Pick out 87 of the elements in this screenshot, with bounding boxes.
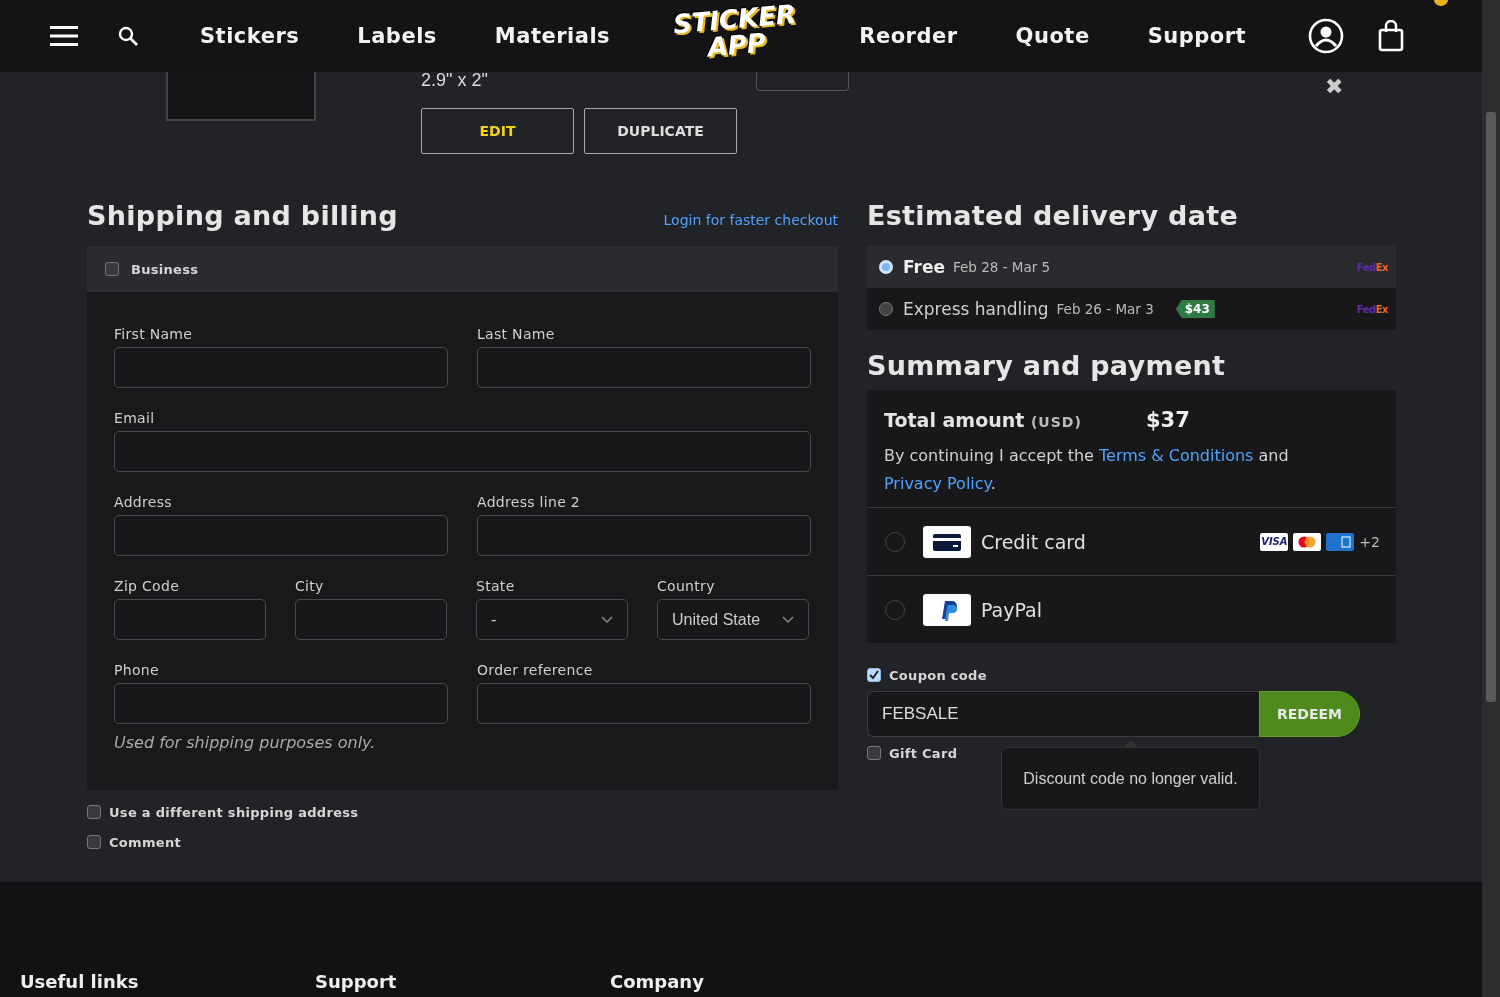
total-label: Total amount (USD): [884, 409, 1083, 431]
checkbox[interactable]: [105, 262, 119, 276]
carrier-logo: FedEx: [1356, 261, 1388, 273]
checkbox[interactable]: [867, 668, 881, 682]
logo[interactable]: STICKER APP: [672, 0, 800, 64]
nav-link[interactable]: Reorder: [859, 24, 958, 48]
checkbox[interactable]: [87, 835, 101, 849]
remove-button[interactable]: ✖: [1325, 74, 1343, 100]
field-label: Last Name: [477, 326, 556, 342]
footer-heading: Useful links: [20, 971, 140, 993]
mastercard-logo: [1293, 532, 1322, 551]
checkbox[interactable]: [867, 746, 881, 760]
nav-link[interactable]: Quote: [1015, 24, 1090, 48]
checkbox[interactable]: [87, 805, 101, 819]
user-icon[interactable]: [1308, 18, 1345, 54]
edit-button[interactable]: EDIT: [421, 108, 574, 154]
input-field[interactable]: [477, 347, 811, 388]
footer-heading: Company: [610, 971, 705, 993]
radio-button[interactable]: [879, 302, 893, 316]
total-amount: $37: [1146, 408, 1190, 432]
section-title: Shipping and billing: [87, 199, 398, 233]
field-label: Address: [114, 494, 173, 510]
payment-option[interactable]: Credit card VISA +2: [867, 508, 1396, 575]
select-field[interactable]: -: [476, 599, 628, 640]
delivery-option[interactable]: Free Feb 28 - Mar 5 FedEx: [867, 246, 1396, 288]
delivery-dates: Feb 26 - Mar 3: [1056, 301, 1154, 317]
tooltip-pointer: [1124, 740, 1138, 747]
search-icon[interactable]: [118, 26, 138, 46]
chevron-down-icon: [601, 615, 613, 624]
delivery-name: Free: [903, 257, 945, 277]
carrier-logo: FedEx: [1356, 303, 1388, 315]
checkbox-label: Gift Card: [889, 745, 958, 761]
menu-icon[interactable]: [50, 26, 78, 46]
section-title: Summary and payment: [867, 349, 1227, 383]
field-label: State: [476, 578, 516, 594]
input-field[interactable]: [114, 431, 811, 472]
input-field[interactable]: [114, 515, 448, 556]
field-hint: Used for shipping purposes only.: [114, 733, 377, 752]
payment-name: Credit card: [981, 530, 1086, 553]
footer-heading: Support: [315, 971, 398, 993]
scrollbar[interactable]: [1482, 0, 1500, 997]
duplicate-button[interactable]: DUPLICATE: [584, 108, 737, 154]
field-label: First Name: [114, 326, 194, 342]
checkbox-label: Business: [131, 261, 199, 277]
error-tooltip: Discount code no longer valid.: [1001, 747, 1260, 810]
input-field[interactable]: [114, 683, 448, 724]
terms-text: By continuing I accept the Terms & Conditions and Privacy Policy.: [867, 442, 1396, 508]
input-field[interactable]: [114, 599, 266, 640]
field-label: Email: [114, 410, 156, 426]
terms-link[interactable]: Privacy Policy: [884, 474, 991, 493]
terms-link[interactable]: Terms & Conditions: [1099, 446, 1254, 465]
shopping-bag-icon[interactable]: [1378, 20, 1405, 52]
delivery-dates: Feb 28 - Mar 5: [952, 259, 1051, 275]
checkbox-label: Coupon code: [889, 667, 987, 683]
field-label: City: [295, 578, 325, 594]
paypal-icon: [923, 593, 971, 626]
visa-logo: VISA: [1260, 532, 1289, 551]
field-label: Country: [657, 578, 716, 594]
amex-logo: [1326, 532, 1355, 551]
field-label: Address line 2: [477, 494, 582, 510]
input-field[interactable]: [295, 599, 447, 640]
input-field[interactable]: [477, 515, 811, 556]
section-title: Estimated delivery date: [867, 199, 1240, 233]
field-label: Phone: [114, 662, 160, 678]
payment-name: PayPal: [981, 598, 1043, 621]
checkbox-label: Use a different shipping address: [109, 804, 359, 820]
quantity-field[interactable]: [756, 72, 849, 91]
select-field[interactable]: United State: [657, 599, 809, 640]
delivery-name: Express handling: [903, 299, 1049, 319]
coupon-field[interactable]: FEBSALE: [867, 691, 1259, 737]
nav-link[interactable]: Labels: [357, 24, 437, 48]
more-brands-count: +2: [1359, 533, 1380, 550]
nav-link[interactable]: Materials: [494, 24, 611, 48]
checkbox-label: Comment: [109, 834, 181, 850]
payment-option[interactable]: PayPal: [867, 575, 1396, 643]
field-label: Order reference: [477, 662, 594, 678]
sticker-size: 2.9" x 2": [421, 70, 489, 92]
nav-link[interactable]: Support: [1147, 24, 1247, 48]
delivery-option[interactable]: Express handling Feb 26 - Mar 3 $43 FedEx: [867, 288, 1396, 330]
price-tag: $43: [1175, 300, 1215, 318]
credit-card-icon: [923, 525, 971, 558]
input-field[interactable]: [114, 347, 448, 388]
login-link[interactable]: Login for faster checkout: [663, 212, 838, 228]
nav-link[interactable]: Stickers: [200, 24, 300, 48]
field-label: Zip Code: [114, 578, 181, 594]
chevron-down-icon: [782, 615, 794, 624]
input-field[interactable]: [477, 683, 811, 724]
